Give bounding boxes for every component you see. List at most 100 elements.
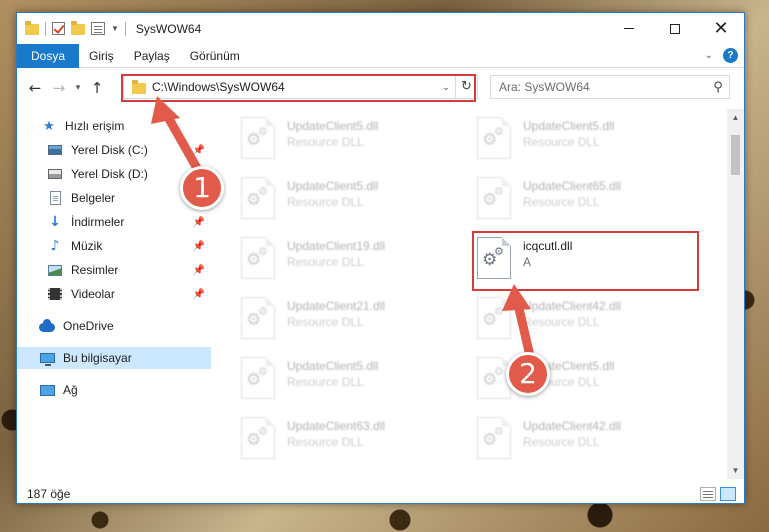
customize-icon[interactable] — [91, 22, 105, 35]
recent-locations-button[interactable]: ▾ — [71, 83, 85, 93]
file-name: UpdateClient63.dll — [287, 419, 386, 433]
pin-icon[interactable]: 📌 — [193, 217, 205, 228]
scroll-down-icon[interactable]: ▼ — [727, 462, 744, 479]
expand-ribbon-icon[interactable]: ⌄ — [705, 50, 713, 61]
sidebar-item-disk-c[interactable]: Yerel Disk (C:) 📌 — [17, 139, 211, 161]
new-folder-icon[interactable] — [71, 21, 85, 35]
file-item-icqcutl[interactable]: ⚙ ⚙ icqcutl.dll A — [477, 233, 697, 285]
tiles-view-icon[interactable] — [720, 487, 736, 501]
sidebar-item-music[interactable]: ♪ Müzik 📌 — [17, 235, 211, 257]
file-item[interactable]: ⚙ ⚙ UpdateClient5.dll Resource DLL — [241, 173, 461, 225]
sidebar-item-network[interactable]: Ağ — [17, 379, 211, 401]
title-bar: ▼ SysWOW64 ✕ — [17, 13, 744, 44]
file-description: A — [523, 255, 532, 269]
navigation-bar: ← → ▾ ↑ C:\Windows\SysWOW64 ⌄ ↻ ⚲ — [17, 69, 744, 107]
qa-dropdown-icon[interactable]: ▼ — [111, 24, 119, 33]
file-name: UpdateClient5.dll — [523, 119, 615, 133]
minimize-icon — [624, 28, 634, 29]
file-description: Resource DLL — [523, 195, 600, 209]
dll-file-icon: ⚙ ⚙ — [241, 117, 275, 159]
sidebar-item-downloads[interactable]: ↓ İndirmeler 📌 — [17, 211, 211, 233]
address-bar[interactable]: C:\Windows\SysWOW64 ⌄ ↻ — [123, 75, 478, 99]
tab-gorunum[interactable]: Görünüm — [180, 44, 250, 68]
scroll-thumb[interactable] — [731, 135, 740, 175]
pin-icon[interactable]: 📌 — [193, 265, 205, 276]
view-switcher — [700, 487, 736, 501]
drive-icon — [47, 143, 63, 157]
refresh-icon[interactable]: ↻ — [455, 76, 477, 98]
sidebar-item-pictures[interactable]: Resimler 📌 — [17, 259, 211, 281]
file-item[interactable]: ⚙ ⚙ UpdateClient65.dll Resource DLL — [477, 173, 697, 225]
address-dropdown-icon[interactable]: ⌄ — [437, 82, 455, 93]
sidebar-item-label: Müzik — [71, 239, 103, 253]
star-icon: ★ — [43, 118, 55, 134]
file-name: UpdateClient21.dll — [287, 299, 386, 313]
dll-file-icon: ⚙ ⚙ — [477, 177, 511, 219]
search-input[interactable] — [499, 80, 707, 94]
dll-file-icon: ⚙ ⚙ — [477, 237, 511, 279]
properties-check-icon[interactable] — [52, 22, 65, 35]
file-explorer-window: ▼ SysWOW64 ✕ Dosya Giriş Paylaş Görünüm … — [16, 12, 745, 504]
maximize-icon — [670, 23, 680, 34]
dll-file-icon: ⚙ ⚙ — [241, 177, 275, 219]
file-name: icqcutl.dll — [523, 239, 573, 253]
up-button[interactable]: ↑ — [85, 79, 109, 97]
tab-giris[interactable]: Giriş — [79, 44, 124, 68]
documents-icon — [47, 191, 63, 205]
file-item[interactable]: ⚙ ⚙ UpdateClient5.dll Resource DLL — [241, 353, 461, 405]
file-name: UpdateClient42.dll — [523, 299, 622, 313]
sidebar-item-onedrive[interactable]: OneDrive — [17, 315, 211, 337]
separator — [45, 21, 46, 36]
sidebar-item-videos[interactable]: Videolar 📌 — [17, 283, 211, 305]
window-title: SysWOW64 — [135, 21, 202, 36]
file-item[interactable]: ⚙ ⚙ UpdateClient5.dll Resource DLL — [241, 113, 461, 165]
address-path[interactable]: C:\Windows\SysWOW64 — [152, 80, 437, 94]
search-icon[interactable]: ⚲ — [707, 80, 729, 95]
sidebar-item-label: İndirmeler — [71, 215, 125, 229]
sidebar-item-label: Belgeler — [71, 191, 116, 205]
vertical-scrollbar[interactable]: ▲ ▼ — [727, 109, 744, 479]
tab-paylas[interactable]: Paylaş — [124, 44, 180, 68]
file-name: UpdateClient42.dll — [523, 419, 622, 433]
sidebar-item-label: Bu bilgisayar — [63, 351, 132, 365]
file-name: UpdateClient19.dll — [287, 239, 386, 253]
dll-file-icon: ⚙ ⚙ — [241, 417, 275, 459]
ribbon-right: ⌄ ? — [705, 48, 738, 63]
file-item[interactable]: ⚙ ⚙ UpdateClient19.dll Resource DLL — [241, 233, 461, 285]
maximize-button[interactable] — [652, 13, 698, 44]
back-button[interactable]: ← — [23, 79, 47, 97]
pictures-icon — [47, 263, 63, 277]
item-count: 187 öğe — [27, 487, 71, 501]
window-controls: ✕ — [606, 13, 744, 44]
tab-dosya[interactable]: Dosya — [17, 43, 80, 68]
file-description: Resource DLL — [523, 435, 600, 449]
file-item[interactable]: ⚙ ⚙ UpdateClient63.dll Resource DLL — [241, 413, 461, 465]
file-description: Resource DLL — [523, 315, 600, 329]
dll-file-icon: ⚙ ⚙ — [477, 117, 511, 159]
file-item[interactable]: ⚙ ⚙ UpdateClient21.dll Resource DLL — [241, 293, 461, 345]
computer-icon — [39, 351, 55, 366]
file-item[interactable]: ⚙ ⚙ UpdateClient42.dll Resource DLL — [477, 413, 697, 465]
dll-file-icon: ⚙ ⚙ — [241, 357, 275, 399]
pin-icon[interactable]: 📌 — [193, 289, 205, 300]
music-icon: ♪ — [50, 238, 60, 254]
sidebar-item-this-pc[interactable]: Bu bilgisayar — [17, 347, 211, 369]
file-item[interactable]: ⚙ ⚙ UpdateClient5.dll Resource DLL — [477, 113, 697, 165]
dll-file-icon: ⚙ ⚙ — [477, 417, 511, 459]
file-item[interactable]: ⚙ ⚙ UpdateClient42.dll Resource DLL — [477, 293, 697, 345]
file-description: Resource DLL — [287, 435, 364, 449]
drive-icon — [47, 167, 63, 181]
details-view-icon[interactable] — [700, 487, 716, 501]
minimize-button[interactable] — [606, 13, 652, 44]
search-box[interactable]: ⚲ — [490, 75, 730, 99]
scroll-up-icon[interactable]: ▲ — [727, 109, 744, 126]
dll-file-icon: ⚙ ⚙ — [477, 297, 511, 339]
help-icon[interactable]: ? — [723, 48, 738, 63]
pin-icon[interactable]: 📌 — [193, 145, 205, 156]
close-button[interactable]: ✕ — [698, 13, 744, 44]
quick-access-toolbar: ▼ — [17, 21, 126, 36]
forward-button[interactable]: → — [47, 79, 71, 97]
sidebar-item-quick-access[interactable]: ★ Hızlı erişim — [17, 115, 211, 137]
cloud-icon — [39, 319, 55, 333]
pin-icon[interactable]: 📌 — [193, 241, 205, 252]
